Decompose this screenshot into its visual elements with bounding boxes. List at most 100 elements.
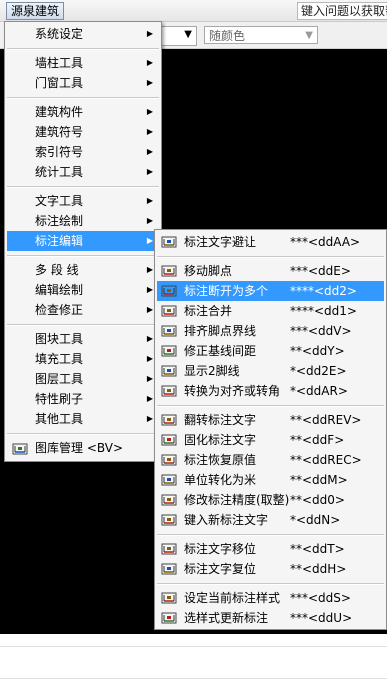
menu-item-shortcut: ***<ddU> <box>290 611 353 625</box>
menu-item-18[interactable]: 图块工具 ▶ <box>7 329 159 349</box>
dim-text-avoid-icon <box>161 234 177 250</box>
menu-item-label: 其他工具 <box>35 412 84 426</box>
move-foot-icon <box>161 263 177 279</box>
menu-item-shortcut: ***<ddAA> <box>290 235 361 249</box>
menu-item-11[interactable]: 标注绘制 ▶ <box>7 211 159 231</box>
submenu-item-4[interactable]: 标注合并 ****<dd1> <box>157 301 384 321</box>
type-text-icon <box>161 512 177 528</box>
submenu-item-17[interactable]: 标注文字移位 **<ddT> <box>157 539 384 559</box>
submenu-item-0[interactable]: 标注文字避让 ***<ddAA> <box>157 232 384 252</box>
menu-item-label: 建筑符号 <box>35 125 84 139</box>
menu-separator <box>157 256 384 258</box>
menu-separator <box>157 405 384 407</box>
fix-text-icon <box>161 432 177 448</box>
submenu-item-20[interactable]: 设定当前标注样式 ***<ddS> <box>157 588 384 608</box>
menu-item-label: 修正基线间距 <box>184 344 257 358</box>
chevron-down-icon[interactable]: ▼ <box>305 27 313 45</box>
menu-item-6[interactable]: 建筑符号 ▶ <box>7 122 159 142</box>
submenu-item-18[interactable]: 标注文字复位 **<ddH> <box>157 559 384 579</box>
submenu-arrow-icon: ▶ <box>146 29 153 38</box>
chevron-down-icon[interactable]: ▼ <box>184 29 192 40</box>
menu-separator <box>7 324 159 326</box>
menu-item-10[interactable]: 文字工具 ▶ <box>7 191 159 211</box>
menu-separator <box>7 186 159 188</box>
menu-item-shortcut: **<dd0> <box>290 493 345 507</box>
menu-item-shortcut: *<ddAR> <box>290 384 348 398</box>
dim-edit-submenu: 标注文字避让 ***<ddAA> 移动脚点 ***<ddE> 标注断开为多个 ****<d… <box>154 229 387 630</box>
submenu-item-2[interactable]: 移动脚点 ***<ddE> <box>157 261 384 281</box>
color-select-value: 随颜色 <box>209 29 246 43</box>
set-style-icon <box>161 590 177 606</box>
submenu-item-11[interactable]: 固化标注文字 **<ddF> <box>157 430 384 450</box>
menu-item-label: 标注文字移位 <box>184 542 257 556</box>
submenu-item-5[interactable]: 排齐脚点界线 ***<ddV> <box>157 321 384 341</box>
menu-item-8[interactable]: 统计工具 ▶ <box>7 162 159 182</box>
submenu-item-15[interactable]: 键入新标注文字 *<ddN> <box>157 510 384 530</box>
help-search-input[interactable]: 键入问题以获取帮助 <box>297 2 387 20</box>
menu-item-shortcut: **<ddH> <box>290 562 347 576</box>
menu-item-21[interactable]: 特性刷子 ▶ <box>7 389 159 409</box>
submenu-item-8[interactable]: 转换为对齐或转角 *<ddAR> <box>157 381 384 401</box>
submenu-item-7[interactable]: 显示2脚线 *<dd2E> <box>157 361 384 381</box>
menu-item-16[interactable]: 检查修正 ▶ <box>7 300 159 320</box>
menu-item-label: 索引符号 <box>35 145 84 159</box>
menu-item-label: 单位转化为米 <box>184 473 257 487</box>
menu-item-3[interactable]: 门窗工具 ▶ <box>7 73 159 93</box>
menu-item-label: 标注文字避让 <box>184 235 257 249</box>
submenu-item-3[interactable]: 标注断开为多个 ****<dd2> <box>157 281 384 301</box>
submenu-arrow-icon: ▶ <box>146 167 153 176</box>
menu-item-24[interactable]: 图库管理 <BV> <box>7 438 159 458</box>
menu-item-22[interactable]: 其他工具 ▶ <box>7 409 159 429</box>
menu-item-15[interactable]: 编辑绘制 ▶ <box>7 280 159 300</box>
menu-item-label: 转换为对齐或转角 <box>184 384 281 398</box>
menu-item-19[interactable]: 填充工具 ▶ <box>7 349 159 369</box>
submenu-item-21[interactable]: 选样式更新标注 ***<ddU> <box>157 608 384 628</box>
submenu-item-6[interactable]: 修正基线间距 **<ddY> <box>157 341 384 361</box>
submenu-arrow-icon: ▶ <box>146 374 153 383</box>
submenu-arrow-icon: ▶ <box>146 354 153 363</box>
submenu-item-12[interactable]: 标注恢复原值 **<ddREC> <box>157 450 384 470</box>
menu-item-shortcut: ***<ddS> <box>290 591 351 605</box>
menu-item-label: 填充工具 <box>35 352 84 366</box>
update-style-icon <box>161 610 177 626</box>
fix-baseline-icon <box>161 343 177 359</box>
menu-item-label: 选样式更新标注 <box>184 611 269 625</box>
convert-align-icon <box>161 383 177 399</box>
submenu-item-14[interactable]: 修改标注精度(取整) **<dd0> <box>157 490 384 510</box>
menu-item-label: 标注恢复原值 <box>184 453 257 467</box>
menu-item-label: 图层工具 <box>35 372 84 386</box>
menu-item-7[interactable]: 索引符号 ▶ <box>7 142 159 162</box>
menu-item-shortcut: ***<ddE> <box>290 264 351 278</box>
menu-item-label: 标注断开为多个 <box>184 284 269 298</box>
submenu-arrow-icon: ▶ <box>146 58 153 67</box>
command-area[interactable] <box>0 634 387 697</box>
menu-item-label: 系统设定 <box>35 27 84 41</box>
menu-item-label: 标注编辑 <box>35 234 84 248</box>
align-foot-icon <box>161 323 177 339</box>
dim-merge-icon <box>161 303 177 319</box>
menu-item-shortcut: **<ddY> <box>290 344 345 358</box>
menu-separator <box>7 433 159 435</box>
submenu-arrow-icon: ▶ <box>146 107 153 116</box>
menu-item-label: 标注文字复位 <box>184 562 257 576</box>
menu-item-0[interactable]: 系统设定 ▶ <box>7 24 159 44</box>
menu-item-20[interactable]: 图层工具 ▶ <box>7 369 159 389</box>
menu-item-shortcut: **<ddREV> <box>290 413 362 427</box>
menu-item-label: 检查修正 <box>35 303 84 317</box>
menu-item-shortcut: *<ddN> <box>290 513 341 527</box>
menu-separator <box>7 48 159 50</box>
color-select[interactable]: 随颜色 ▼ <box>204 26 318 44</box>
text-reset-icon <box>161 561 177 577</box>
menu-item-2[interactable]: 墙柱工具 ▶ <box>7 53 159 73</box>
submenu-arrow-icon: ▶ <box>146 196 153 205</box>
menu-item-12[interactable]: 标注编辑 ▶ <box>7 231 159 251</box>
menu-item-shortcut: ****<dd1> <box>290 304 357 318</box>
menubar: 源泉建筑 键入问题以获取帮助 <box>0 0 387 22</box>
menu-item-5[interactable]: 建筑构件 ▶ <box>7 102 159 122</box>
menu-item-14[interactable]: 多 段 线 ▶ <box>7 260 159 280</box>
submenu-arrow-icon: ▶ <box>146 265 153 274</box>
submenu-item-10[interactable]: 翻转标注文字 **<ddREV> <box>157 410 384 430</box>
submenu-item-13[interactable]: 单位转化为米 **<ddM> <box>157 470 384 490</box>
menu-yuanquan-jianzhu[interactable]: 源泉建筑 <box>6 2 65 20</box>
submenu-arrow-icon: ▶ <box>146 236 153 245</box>
